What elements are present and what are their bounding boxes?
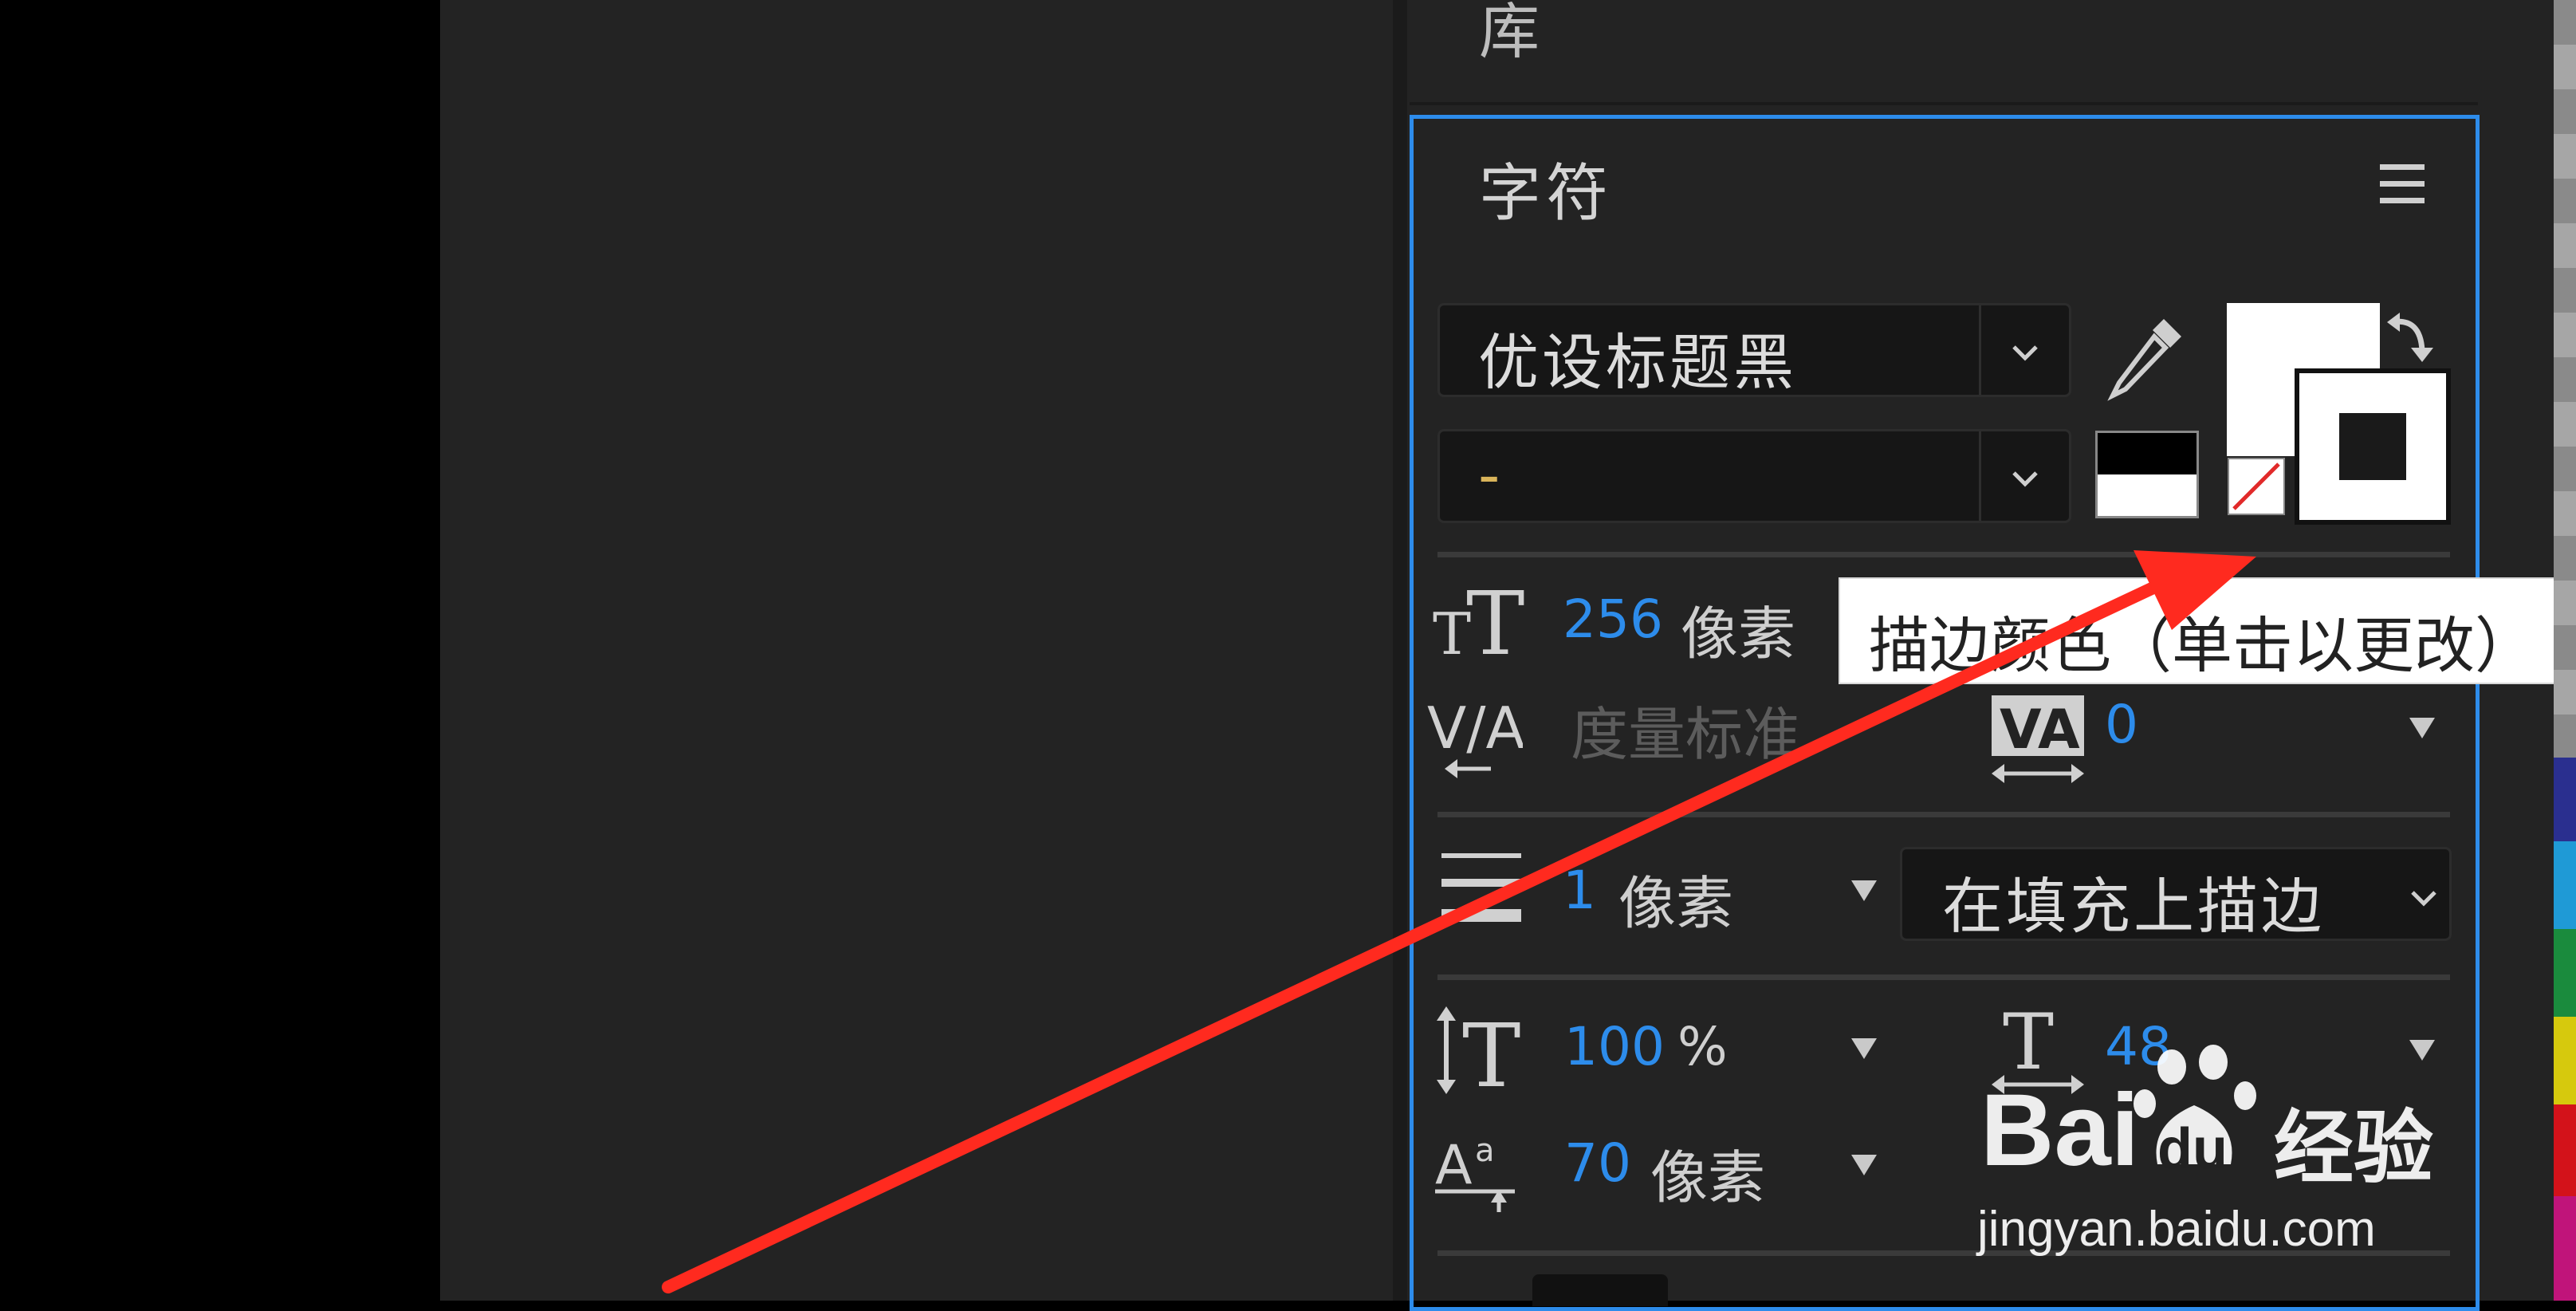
swap-colors-icon[interactable]: [2384, 309, 2441, 367]
watermark: Bai du 经验 jingyan.baidu.com: [1977, 1045, 2456, 1284]
no-color-icon: [2232, 463, 2280, 510]
baseline-shift-unit: 像素: [1650, 1144, 1766, 1211]
svg-text:VA: VA: [2000, 699, 2080, 762]
black-white-swatch[interactable]: [2095, 431, 2199, 518]
panel-separator[interactable]: [1393, 0, 1407, 1301]
chevron-down-icon: [2411, 891, 2436, 907]
panel-title[interactable]: 字符: [1479, 144, 1613, 233]
no-color-swatch[interactable]: [2228, 458, 2285, 515]
font-size-value[interactable]: 256: [1563, 589, 1663, 650]
stroke-color-swatch[interactable]: [2295, 368, 2451, 525]
section-divider: [1437, 974, 2450, 980]
watermark-brand-du: du: [2157, 1117, 2228, 1181]
baseline-shift-value[interactable]: 70: [1564, 1132, 1631, 1194]
vertical-scale-unit: %: [1677, 1016, 1728, 1077]
composition-panel[interactable]: [440, 0, 1393, 1301]
library-title[interactable]: 库: [1479, 0, 1540, 64]
watermark-cn: 经验: [2274, 1104, 2433, 1193]
font-size-unit: 像素: [1681, 600, 1796, 667]
stroke-width-unit: 像素: [1618, 870, 1734, 937]
svg-text:A: A: [1435, 1134, 1473, 1197]
tooltip-text: 描边颜色（单击以更改）: [1869, 610, 2535, 681]
font-style-value: -: [1478, 439, 1504, 510]
section-divider: [1437, 812, 2450, 817]
font-family-value: 优设标题黑: [1478, 327, 1797, 398]
section-divider: [1437, 552, 2450, 557]
stroke-width-dropdown-arrow[interactable]: [1851, 880, 1877, 901]
vertical-scale-value[interactable]: 100: [1564, 1016, 1665, 1077]
svg-text:T: T: [1462, 1006, 1520, 1094]
tracking-dropdown-arrow[interactable]: [2409, 718, 2435, 738]
swatch-strip[interactable]: [2554, 0, 2576, 1301]
baseline-shift-dropdown-arrow[interactable]: [1851, 1155, 1877, 1175]
vertical-scale-dropdown-arrow[interactable]: [1851, 1038, 1877, 1059]
font-size-icon: T T: [1433, 576, 1524, 663]
chevron-down-icon: [2012, 471, 2038, 487]
tracking-icon: VA: [1992, 695, 2084, 783]
stroke-width-icon: [1441, 853, 1521, 922]
kerning-value[interactable]: 度量标准: [1571, 687, 1800, 771]
stroke-mode-value: 在填充上描边: [1942, 871, 2325, 942]
stroke-width-value[interactable]: 1: [1563, 860, 1596, 921]
baseline-shift-icon: A a: [1435, 1132, 1515, 1212]
svg-text:T: T: [1466, 576, 1524, 663]
panel-menu-icon[interactable]: [2380, 164, 2425, 209]
stroke-mode-dropdown[interactable]: 在填充上描边: [1900, 847, 2452, 942]
eyedropper-icon[interactable]: [2102, 313, 2189, 408]
stroke-color-tooltip: 描边颜色（单击以更改）: [1839, 577, 2576, 684]
left-black-area: [0, 0, 440, 1301]
tracking-value[interactable]: 0: [2105, 694, 2138, 755]
partial-control[interactable]: [1532, 1274, 1668, 1306]
svg-text:T: T: [1433, 600, 1471, 663]
svg-text:V/A: V/A: [1427, 695, 1523, 762]
font-family-dropdown[interactable]: 优设标题黑: [1437, 303, 2071, 398]
chevron-down-icon: [2012, 345, 2038, 361]
watermark-brand: Bai: [1980, 1073, 2140, 1187]
library-divider: [1410, 102, 2478, 105]
font-style-dropdown[interactable]: -: [1437, 429, 2071, 523]
kerning-icon: V/A: [1427, 695, 1523, 778]
watermark-url: jingyan.baidu.com: [1977, 1202, 2376, 1257]
svg-text:a: a: [1475, 1132, 1495, 1169]
vertical-scale-icon: T: [1437, 1006, 1520, 1094]
